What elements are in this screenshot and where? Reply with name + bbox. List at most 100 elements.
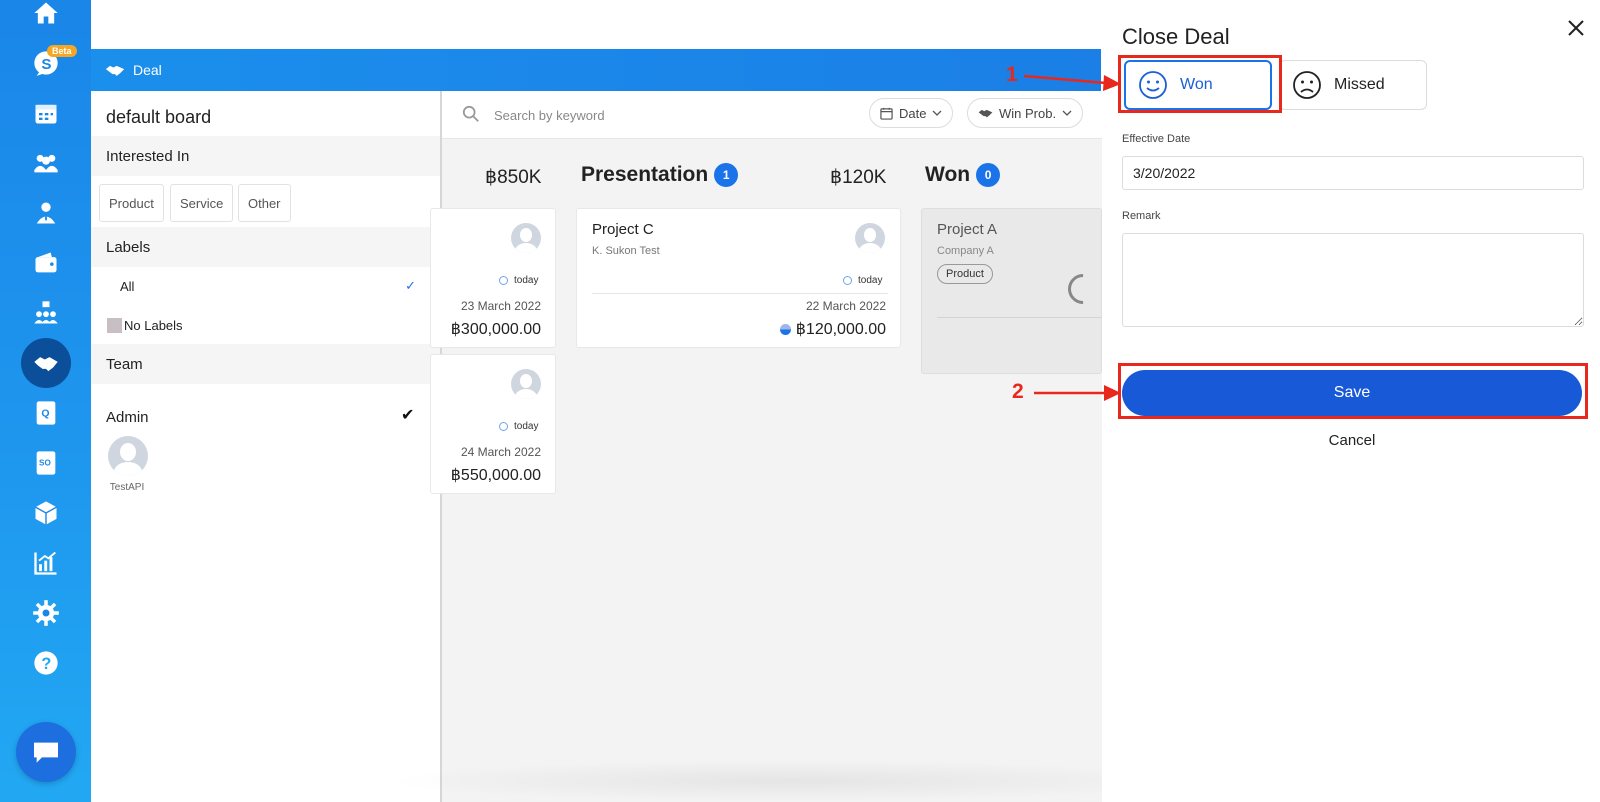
card-date: 23 March 2022 [460,299,541,313]
wallet-icon[interactable] [23,240,69,286]
team-heading: Team [91,344,440,384]
handshake-icon [978,109,993,118]
card-amount: ฿300,000.00 [450,321,541,338]
label-all-text: All [120,278,135,294]
search-icon [462,105,479,122]
card-subtitle: K. Sukon Test [592,245,660,257]
card-divider [592,293,888,294]
due-text: today [514,275,539,286]
date-filter-label: Date [899,105,927,121]
team-group-admin[interactable]: Admin [106,409,149,426]
card-amount: ฿550,000.00 [450,467,541,484]
step-number-2: 2 [1012,380,1024,403]
check-icon: ✓ [405,278,416,293]
person-icon[interactable] [23,190,69,236]
column-total: ฿850K [485,167,542,188]
column-name: Presentation [581,163,709,186]
labels-heading: Labels [91,227,440,267]
highlight-won-box [1118,55,1282,113]
chevron-down-icon [933,110,942,116]
avatar [855,223,885,253]
sales-order-icon[interactable]: SO [23,440,69,486]
card-amount: ฿120,000.00 [779,319,886,339]
missed-button[interactable]: Missed [1279,60,1427,110]
chevron-down-icon [1062,110,1072,116]
svg-text:SO: SO [39,458,51,467]
card-tag: Product [937,264,993,284]
chat-bubble-icon [34,742,58,763]
chip-product[interactable]: Product [99,184,164,222]
member-name: TestAPI [109,482,145,493]
interested-in-heading: Interested In [91,136,440,176]
app-root: S Beta Q SO ? Deal default board Interes… [0,0,1600,802]
date-filter-button[interactable]: Date [869,98,954,128]
column-count-badge: 1 [714,163,739,187]
chip-service[interactable]: Service [170,184,234,222]
arrow-icon [1034,385,1121,401]
deal-card[interactable]: today 24 March 2022 ฿550,000.00 [430,354,556,494]
effective-date-label: Effective Date [1122,133,1191,145]
column-total: ฿120K [830,167,887,188]
team-icon[interactable] [23,290,69,336]
due-indicator: today [499,421,538,432]
contacts-icon[interactable] [23,140,69,186]
calendar-icon[interactable] [23,90,69,136]
label-no-labels-text: No Labels [124,317,183,333]
due-text: today [514,421,539,432]
avatar [511,369,541,399]
due-indicator: today [499,275,538,286]
deal-card[interactable]: today 23 March 2022 ฿300,000.00 [430,208,556,348]
close-icon[interactable] [1564,16,1588,40]
calendar-icon [880,107,893,120]
team-member-testapi[interactable]: TestAPI [108,436,150,493]
remark-textarea[interactable] [1122,233,1584,327]
board-title[interactable]: default board [106,107,211,128]
svg-text:S: S [41,56,51,73]
cancel-button[interactable]: Cancel [1102,432,1600,449]
label-swatch [107,317,122,333]
sad-face-icon [1293,71,1321,99]
help-icon[interactable]: ? [23,640,69,686]
clock-icon [499,276,508,285]
search-input[interactable] [494,103,794,127]
due-text: today [858,275,883,286]
card-date: 22 March 2022 [805,299,886,313]
remark-label: Remark [1122,210,1161,222]
panel-title: Close Deal [1122,24,1230,49]
beta-badge: Beta [47,45,77,57]
card-title: Project A [937,221,998,238]
avatar [108,436,148,476]
chip-other[interactable]: Other [238,184,291,222]
column-name: Won [925,163,971,186]
arrow-icon [1023,74,1121,91]
card-amount-value: ฿120,000.00 [795,321,886,338]
home-icon[interactable] [23,0,69,36]
settings-icon[interactable] [23,590,69,636]
svg-text:?: ? [41,655,51,673]
header-title: Deal [133,62,162,78]
column-count-badge: 0 [976,163,1001,187]
step-number-1: 1 [1006,63,1018,86]
winprob-filter-button[interactable]: Win Prob. [967,98,1084,128]
card-subtitle: Company A [937,245,994,257]
missed-label: Missed [1334,76,1385,93]
label-no-labels[interactable]: No Labels [91,314,440,336]
label-all[interactable]: All ✓ [91,275,440,297]
live-chat-button[interactable] [16,722,76,782]
due-indicator: today [843,275,882,286]
card-date: 24 March 2022 [460,445,541,459]
effective-date-input[interactable] [1122,156,1584,190]
avatar [511,223,541,253]
column-header-won: Won 0 [925,163,1001,187]
highlight-save-box [1118,363,1588,419]
clock-icon [843,276,852,285]
checkmark-icon: ✔ [401,407,415,424]
deal-icon[interactable] [21,338,71,388]
product-box-icon[interactable] [23,490,69,536]
report-icon[interactable] [23,540,69,586]
card-divider [937,317,1101,318]
card-title: Project C [592,221,654,238]
deal-header: Deal [91,49,1101,91]
quotation-icon[interactable]: Q [23,390,69,436]
deal-card-project-c[interactable]: Project C K. Sukon Test today 22 March 2… [576,208,901,348]
